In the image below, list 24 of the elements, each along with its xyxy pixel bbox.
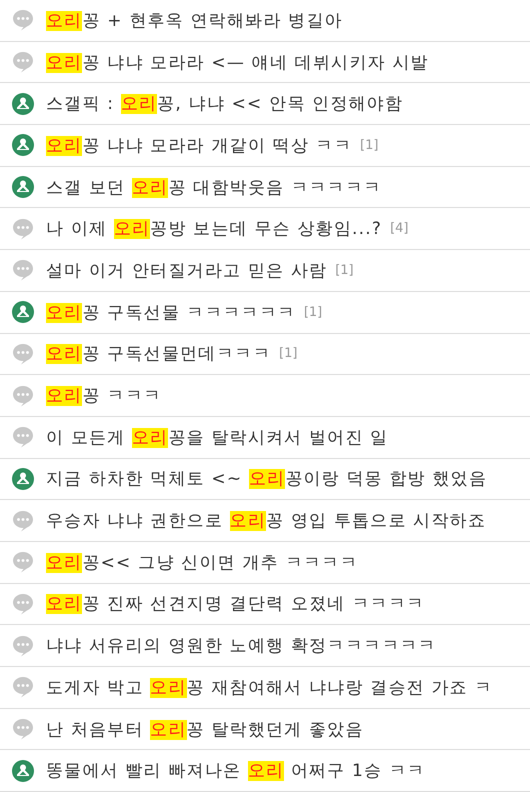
comment-count: [4] (390, 221, 408, 236)
post-title[interactable]: 오리 꽁 냐냐 모라라 <— 얘네 데뷔시키자 시발 (46, 50, 429, 74)
post-title[interactable]: 우승자 냐냐 권한으로 오리 꽁 영입 투톱으로 시작하죠 (46, 509, 486, 532)
post-title[interactable]: 난 처음부터 오리 꽁 탈락했던게 좋았음 (46, 718, 364, 741)
post-title[interactable]: 나 이제 오리 꽁방 보는데 무슨 상황임...? (46, 217, 382, 240)
post-title[interactable]: 도게자 박고 오리 꽁 재참여해서 냐냐랑 결승전 가죠 ㅋ (46, 676, 493, 699)
comment-count: [1] (304, 304, 322, 320)
comment-count: [1] (335, 262, 354, 278)
post-title[interactable]: 오리 꽁 냐냐 모라라 개같이 떡상 ㅋㅋ (46, 134, 352, 157)
post-title[interactable]: 이 모든게 오리 꽁을 탈락시켜서 벌어진 일 (46, 426, 388, 449)
post-title[interactable]: 오리 꽁 진짜 선견지명 결단력 오졌네 ㅋㅋㅋㅋ (46, 592, 425, 616)
post-title[interactable]: 스갤 보던 오리 꽁 대함박웃음 ㅋㅋㅋㅋㅋ (46, 176, 382, 199)
post-title[interactable]: 오리 꽁<< 그냥 신이면 개추 ㅋㅋㅋㅋ (46, 550, 358, 574)
post-title[interactable]: 지금 하차한 먹체토 <~ 오리 꽁이랑 덕몽 합방 했었음 (46, 467, 488, 490)
comment-count: [1] (279, 346, 298, 362)
post-title[interactable]: 스갤픽 : 오리 꽁, 냐냐 << 안목 인정해야함 (46, 92, 404, 116)
comment-count: [1] (360, 138, 378, 153)
post-title[interactable]: 똥물에서 빨리 빠져나온 오리 어쩌구 1승 ㅋㅋ (46, 759, 426, 782)
post-title[interactable]: 오리 꽁 구독선물먼데ㅋㅋㅋ (46, 342, 272, 366)
post-title[interactable]: 오리 꽁 ㅋㅋㅋ (46, 384, 162, 408)
post-title[interactable]: 오리 꽁 구독선물 ㅋㅋㅋㅋㅋㅋ (46, 300, 296, 324)
post-title[interactable]: 설마 이거 안터질거라고 믿은 사람 (46, 258, 328, 282)
post-title[interactable]: 냐냐 서유리의 영원한 노예행 확정ㅋㅋㅋㅋㅋㅋ (46, 634, 436, 658)
post-title[interactable]: 오리 꽁 + 현후옥 연락해봐라 병길아 (46, 8, 343, 32)
